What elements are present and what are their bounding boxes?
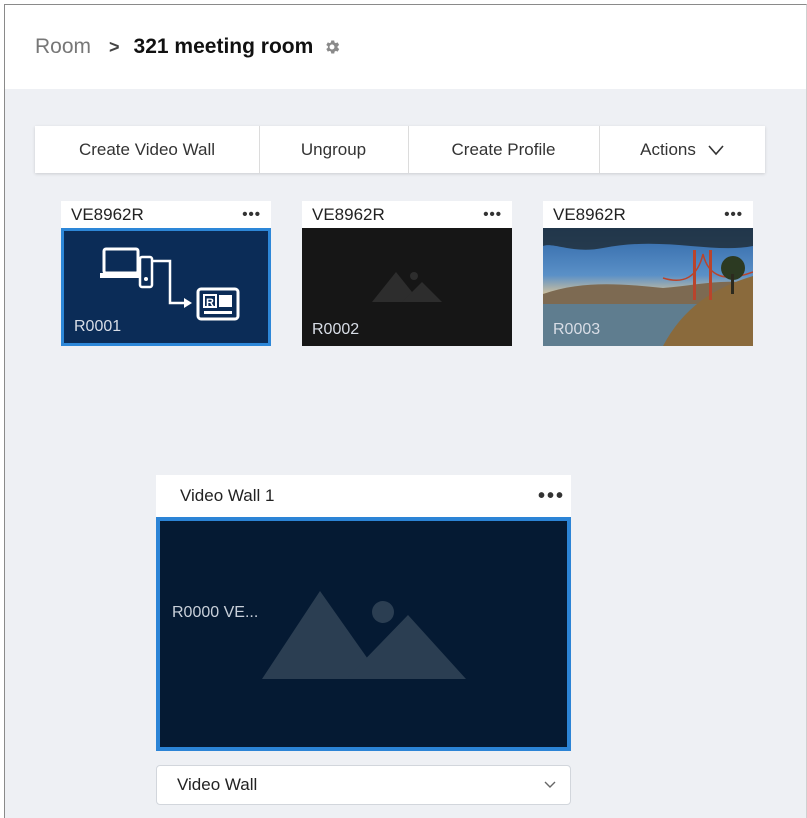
- layout-select[interactable]: Video Wall: [156, 765, 571, 805]
- receiver-id: R0001: [74, 318, 122, 335]
- toolbar: Create Video Wall Ungroup Create Profile…: [35, 126, 765, 173]
- receiver-card: VE8962R ••• R R0001: [61, 201, 271, 350]
- app-frame: Room > 321 meeting room Create Video Wal…: [4, 4, 807, 818]
- receiver-model: VE8962R: [71, 204, 144, 224]
- chevron-down-icon: [544, 776, 556, 794]
- video-wall-screen[interactable]: R0000 VE...: [156, 517, 571, 751]
- receiver-preview[interactable]: R0003: [543, 228, 753, 346]
- gear-icon[interactable]: [323, 38, 341, 56]
- actions-label: Actions: [640, 139, 696, 159]
- video-wall-title: Video Wall 1: [180, 486, 275, 505]
- receiver-model: VE8962R: [312, 204, 385, 224]
- create-profile-button[interactable]: Create Profile: [408, 126, 599, 173]
- more-options-icon[interactable]: •••: [538, 486, 565, 506]
- create-video-wall-label: Create Video Wall: [78, 139, 216, 159]
- breadcrumb-root[interactable]: Room: [35, 35, 91, 59]
- layout-select-value: Video Wall: [177, 775, 258, 794]
- create-video-wall-button[interactable]: Create Video Wall: [35, 126, 259, 173]
- breadcrumb-separator: >: [109, 36, 120, 57]
- video-wall-source-label: R0000 VE...: [172, 604, 259, 621]
- image-placeholder-icon: [262, 591, 466, 679]
- ungroup-button[interactable]: Ungroup: [259, 126, 408, 173]
- receiver-card: VE8962R ••• R0002: [302, 201, 512, 350]
- receiver-card-header: VE8962R •••: [61, 201, 271, 228]
- ungroup-label: Ungroup: [300, 139, 367, 159]
- more-options-icon[interactable]: •••: [483, 207, 502, 222]
- receiver-card-header: VE8962R •••: [543, 201, 753, 228]
- create-profile-label: Create Profile: [451, 139, 556, 159]
- svg-text:R: R: [206, 297, 214, 309]
- receiver-card-header: VE8962R •••: [302, 201, 512, 228]
- chevron-down-icon: [708, 144, 724, 156]
- actions-dropdown[interactable]: Actions: [599, 126, 765, 173]
- receiver-preview[interactable]: R0002: [302, 228, 512, 346]
- receiver-id: R0003: [553, 321, 601, 338]
- receiver-preview[interactable]: R R0001: [61, 228, 271, 346]
- receiver-id: R0002: [312, 321, 360, 338]
- more-options-icon[interactable]: •••: [724, 207, 743, 222]
- receiver-model: VE8962R: [553, 204, 626, 224]
- breadcrumb: Room > 321 meeting room: [5, 5, 806, 89]
- more-options-icon[interactable]: •••: [242, 207, 261, 222]
- video-wall-card: Video Wall 1 ••• R0000 VE...: [156, 475, 571, 751]
- receiver-card: VE8962R ••• R0003: [543, 201, 753, 350]
- page-title: 321 meeting room: [133, 35, 314, 58]
- video-wall-header: Video Wall 1 •••: [156, 475, 571, 517]
